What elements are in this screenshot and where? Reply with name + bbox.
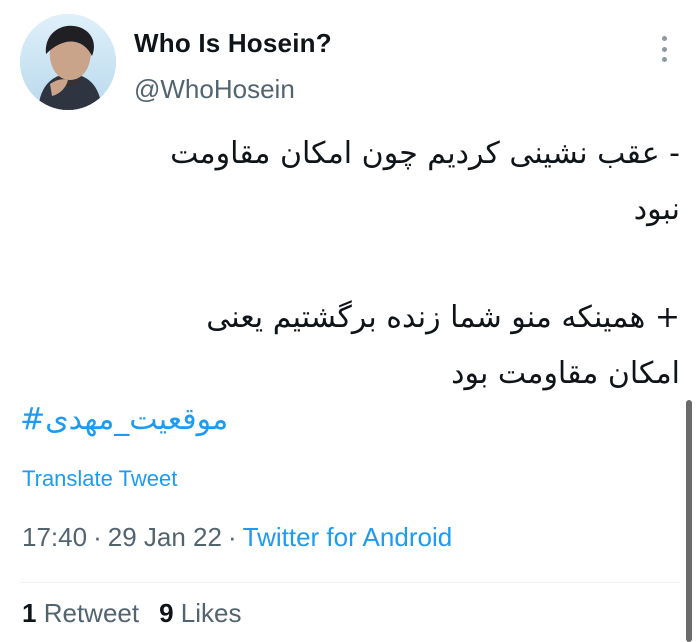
avatar[interactable] — [20, 14, 116, 110]
tweet-text-paragraph-2: + همینکه منو شما زنده برگشتیم یعنی امکان… — [20, 290, 680, 402]
tweet-text-line: - عقب نشینی کردیم چون امکان مقاومت — [170, 136, 680, 171]
meta-separator: · — [227, 522, 237, 552]
retweets-stat[interactable]: 1 Retweet — [22, 598, 139, 628]
retweets-count: 1 — [22, 598, 37, 628]
tweet-card: Who Is Hosein? @WhoHosein - عقب نشینی کر… — [0, 0, 700, 642]
more-vertical-icon — [661, 36, 667, 41]
author-display-name[interactable]: Who Is Hosein? — [134, 28, 332, 59]
profile-photo — [20, 14, 116, 110]
tweet-source-link[interactable]: Twitter for Android — [243, 522, 453, 552]
translate-tweet-link[interactable]: Translate Tweet — [22, 466, 177, 492]
tweet-stats: 1 Retweet 9 Likes — [22, 598, 242, 629]
likes-label: Likes — [180, 598, 242, 628]
retweets-label: Retweet — [43, 598, 140, 628]
meta-separator: · — [93, 522, 102, 552]
tweet-date[interactable]: 29 Jan 22 — [108, 522, 222, 552]
likes-stat[interactable]: 9 Likes — [159, 598, 241, 628]
tweet-meta: 17:40 · 29 Jan 22 · Twitter for Android — [22, 522, 452, 553]
more-options-button[interactable] — [652, 34, 676, 64]
hashtag-link[interactable]: #موقعیت_مهدی — [20, 392, 228, 448]
likes-count: 9 — [159, 598, 174, 628]
scrollbar[interactable] — [686, 400, 692, 642]
tweet-text-paragraph-1: - عقب نشینی کردیم چون امکان مقاومت نبود — [20, 126, 680, 238]
divider — [20, 582, 680, 583]
tweet-text-line: + همینکه منو شما زنده برگشتیم یعنی — [206, 300, 680, 335]
tweet-text-line: نبود — [633, 192, 680, 227]
tweet-time[interactable]: 17:40 — [22, 522, 87, 552]
author-handle[interactable]: @WhoHosein — [134, 74, 295, 105]
